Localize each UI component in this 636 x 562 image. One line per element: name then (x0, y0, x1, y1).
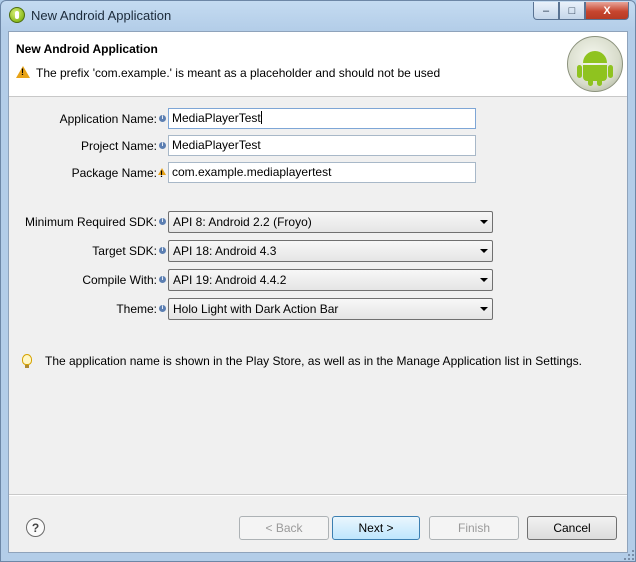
project-name-label: Project Name: (80, 139, 157, 153)
info-icon: i (159, 142, 166, 149)
android-logo-icon (567, 36, 623, 92)
title-bar[interactable]: New Android Application – □ X (1, 1, 635, 31)
dialog-window: New Android Application – □ X New Androi… (0, 0, 636, 562)
minimum-sdk-label: Minimum Required SDK: (24, 215, 157, 229)
theme-select[interactable]: Holo Light with Dark Action Bar (168, 298, 493, 320)
minimum-sdk-select[interactable]: API 8: Android 2.2 (Froyo) (168, 211, 493, 233)
info-icon: i (159, 115, 166, 122)
warning-icon (158, 168, 166, 179)
project-name-input[interactable]: MediaPlayerTest (168, 135, 476, 156)
close-button[interactable]: X (585, 2, 629, 20)
text-caret (260, 111, 262, 124)
minimum-sdk-value: API 8: Android 2.2 (Froyo) (173, 215, 312, 229)
wizard-banner: New Android Application The prefix 'com.… (9, 32, 627, 97)
wizard-message: The prefix 'com.example.' is meant as a … (36, 66, 441, 80)
compile-with-label: Compile With: (82, 273, 157, 287)
compile-with-select[interactable]: API 19: Android 4.4.2 (168, 269, 493, 291)
warning-icon (16, 66, 30, 78)
info-icon: i (159, 247, 166, 254)
theme-value: Holo Light with Dark Action Bar (173, 302, 339, 316)
maximize-button[interactable]: □ (559, 2, 585, 20)
info-icon: i (159, 276, 166, 283)
window-title: New Android Application (31, 8, 172, 23)
wizard-title: New Android Application (16, 42, 158, 56)
package-name-input[interactable]: com.example.mediaplayertest (168, 162, 476, 183)
target-sdk-label: Target SDK: (92, 244, 157, 258)
minimize-button[interactable]: – (533, 2, 559, 20)
android-app-icon (9, 7, 25, 23)
hint-text: The application name is shown in the Pla… (45, 354, 582, 368)
application-name-label: Application Name: (59, 112, 157, 126)
lightbulb-icon (22, 354, 32, 368)
footer-separator (9, 494, 627, 496)
theme-label: Theme: (116, 302, 157, 316)
resize-grip-icon[interactable] (623, 549, 635, 561)
application-name-value: MediaPlayerTest (172, 111, 261, 125)
finish-button[interactable]: Finish (429, 516, 519, 540)
package-name-label: Package Name: (71, 166, 157, 180)
back-button[interactable]: < Back (239, 516, 329, 540)
next-button[interactable]: Next > (332, 516, 420, 540)
target-sdk-value: API 18: Android 4.3 (173, 244, 277, 258)
chevron-down-icon (480, 249, 488, 253)
application-name-input[interactable]: MediaPlayerTest (168, 108, 476, 129)
caption-buttons: – □ X (533, 2, 629, 20)
info-icon: i (159, 218, 166, 225)
dialog-client-area: New Android Application The prefix 'com.… (8, 31, 628, 553)
chevron-down-icon (480, 278, 488, 282)
info-icon: i (159, 305, 166, 312)
chevron-down-icon (480, 220, 488, 224)
help-icon[interactable]: ? (26, 518, 45, 537)
chevron-down-icon (480, 307, 488, 311)
target-sdk-select[interactable]: API 18: Android 4.3 (168, 240, 493, 262)
cancel-button[interactable]: Cancel (527, 516, 617, 540)
compile-with-value: API 19: Android 4.4.2 (173, 273, 287, 287)
